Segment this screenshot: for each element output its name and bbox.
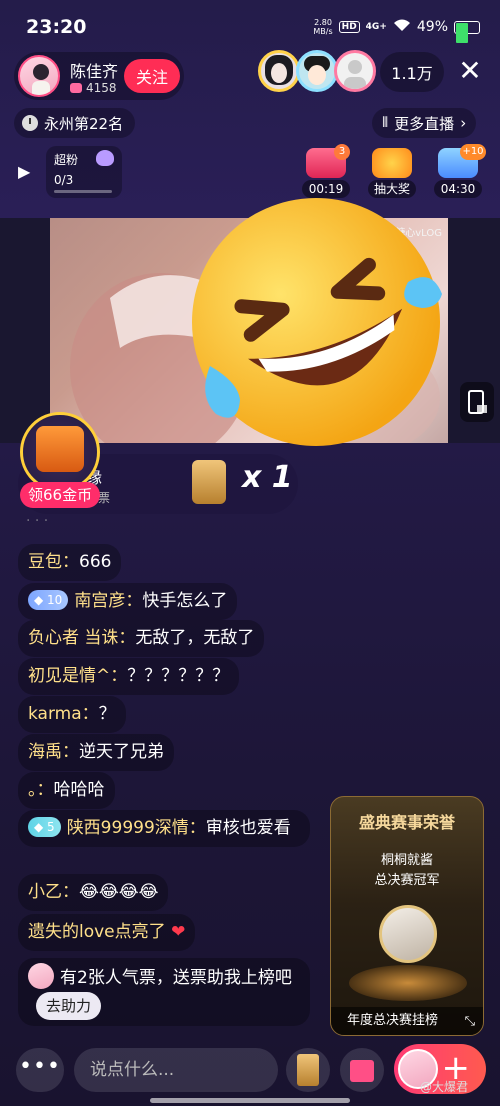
wifi-icon xyxy=(393,18,411,36)
chat-username: 陕西99999深情： xyxy=(66,818,206,838)
red-packet-badge: 3 xyxy=(334,144,350,160)
purple-heart-icon xyxy=(96,150,114,166)
chat-username: 南宫彦： xyxy=(74,591,143,611)
coin-chest-widget[interactable]: 领66金币 xyxy=(16,412,110,508)
home-indicator[interactable] xyxy=(150,1098,350,1103)
fan-club-progress: 0/3 xyxy=(54,173,74,187)
viewer-avatar-2[interactable] xyxy=(296,50,338,92)
more-options-button[interactable]: ••• xyxy=(16,1048,64,1092)
heart-icon: ❤ xyxy=(171,922,186,942)
chat-message[interactable]: 初见是情^：？？？？？？ xyxy=(18,658,240,695)
chat-message[interactable]: 。：哈哈哈 xyxy=(18,772,115,809)
treasure-chest-icon xyxy=(36,426,84,472)
rank-badge[interactable]: 永州第22名 xyxy=(14,108,136,138)
clock-icon xyxy=(22,115,38,131)
host-avatar[interactable] xyxy=(18,55,60,97)
chat-username: 负心者 当诛： xyxy=(28,628,136,648)
chat-message[interactable]: ◆ 5 陕西99999深情：审核也爱看 xyxy=(18,810,310,847)
chat-username: 海禹： xyxy=(28,742,79,762)
partial-message: · · · xyxy=(26,513,49,529)
fan-club-widget[interactable]: 超粉 0/3 xyxy=(46,146,122,198)
chat-message[interactable]: karma：？ xyxy=(18,696,126,733)
status-bar: 23:20 2.80 MB/s HD 4G+ 49% xyxy=(0,0,500,48)
collapse-icon[interactable]: ⤡ xyxy=(465,1014,475,1029)
follow-button[interactable]: 关注 xyxy=(124,59,180,93)
chat-username: 。： xyxy=(28,780,54,800)
rotate-screen-icon[interactable] xyxy=(460,382,494,422)
more-live-button[interactable]: ⦀ 更多直播 › xyxy=(372,108,477,138)
chat-text: 😂😂😂😂 xyxy=(79,882,159,902)
play-arrow-icon[interactable]: ▶ xyxy=(18,162,30,181)
chat-message[interactable]: 小乙：😂😂😂😂 xyxy=(18,874,169,911)
host-name: 陈佳齐 xyxy=(70,62,119,81)
champion-avatar xyxy=(379,905,437,963)
chat-text: 快手怎么了 xyxy=(142,591,228,611)
event-card-footer: 年度总决赛挂榜 xyxy=(331,1007,483,1035)
chevron-right-icon: › xyxy=(460,114,467,132)
boost-button[interactable]: 去助力 xyxy=(36,992,102,1020)
trophy-stage xyxy=(349,965,467,1001)
chat-username: karma： xyxy=(28,704,99,724)
chat-text: 审核也爱看 xyxy=(205,818,291,838)
status-time: 23:20 xyxy=(26,16,87,38)
more-live-label: 更多直播 xyxy=(394,114,455,133)
fan-club-title: 超粉 xyxy=(54,153,79,167)
signal-label: 4G+ xyxy=(365,21,387,32)
event-honor-card[interactable]: 盛典赛事荣誉 桐桐就酱 总决赛冠军 年度总决赛挂榜 ⤡ xyxy=(330,796,484,1036)
battery-icon xyxy=(454,20,480,43)
viewer-avatar-3[interactable] xyxy=(334,50,376,92)
bars-icon: ⦀ xyxy=(382,115,389,131)
level-badge-icon: ◆ 10 xyxy=(28,590,69,610)
host-profile[interactable]: 陈佳齐 4158 关注 xyxy=(14,52,184,100)
annual-ticket-icon xyxy=(192,460,226,504)
chat-text: 哈哈哈 xyxy=(53,780,105,800)
fan-club-progress-bar xyxy=(54,190,112,193)
chat-username: 小乙： xyxy=(28,882,79,902)
chat-text: 无敌了，无敌了 xyxy=(135,628,255,648)
hd-badge: HD xyxy=(338,21,360,33)
fans-icon xyxy=(70,83,82,93)
chat-input[interactable]: 说点什么... xyxy=(74,1048,278,1092)
status-icons: 2.80 MB/s HD 4G+ 49% xyxy=(313,18,480,43)
rank-label: 永州第22名 xyxy=(44,114,124,133)
chat-text: 666 xyxy=(79,552,112,572)
net-speed: 2.80 MB/s xyxy=(313,18,333,36)
user-avatar xyxy=(28,963,54,989)
ticket-button[interactable] xyxy=(286,1048,330,1092)
battery-percent: 49% xyxy=(416,19,448,35)
box-badge: +10 xyxy=(460,144,486,160)
chat-message[interactable]: 遗失的love点亮了 ❤ xyxy=(18,914,196,951)
top-viewers[interactable] xyxy=(258,50,376,92)
host-fans: 4158 xyxy=(70,81,117,95)
chat-username: 初见是情^： xyxy=(28,666,128,686)
chat-text: 逆天了兄弟 xyxy=(79,742,164,762)
chat-text: ？ xyxy=(98,704,116,724)
level-badge-icon: ◆ 5 xyxy=(28,817,61,837)
event-card-subtitle: 总决赛冠军 xyxy=(374,873,440,888)
event-card-title: 盛典赛事荣誉 xyxy=(358,813,455,832)
viewer-count[interactable]: 1.1万 xyxy=(380,52,444,92)
laughing-emoji-overlay xyxy=(180,186,452,458)
chat-text: ？？？？？？ xyxy=(127,666,230,686)
vote-prompt[interactable]: 有2张人气票，送票助我上榜吧 去助力 xyxy=(18,958,310,1026)
chat-username: 豆包： xyxy=(28,552,79,572)
chat-message[interactable]: ◆ 10 南宫彦：快手怎么了 xyxy=(18,583,238,620)
gift-multiplier: x 1 xyxy=(242,460,293,495)
chat-username: 遗失的love点亮了 xyxy=(28,922,166,942)
gift-icon xyxy=(350,1060,374,1082)
event-card-name: 桐桐就酱 xyxy=(380,853,433,868)
close-icon[interactable]: ✕ xyxy=(456,57,484,86)
chest-label[interactable]: 领66金币 xyxy=(20,482,101,508)
ticket-icon xyxy=(297,1054,319,1086)
watermark: @大爆君 xyxy=(420,1080,469,1094)
lottery-icon xyxy=(372,148,412,178)
chat-message[interactable]: 海禹：逆天了兄弟 xyxy=(18,734,174,771)
chat-message[interactable]: 豆包：666 xyxy=(18,544,122,581)
vote-prompt-text: 有2张人气票，送票助我上榜吧 xyxy=(60,968,292,988)
host-fans-count: 4158 xyxy=(86,81,117,95)
viewer-avatar-1[interactable] xyxy=(258,50,300,92)
chat-message[interactable]: 负心者 当诛：无敌了，无敌了 xyxy=(18,620,265,657)
gift-button[interactable] xyxy=(340,1048,384,1092)
